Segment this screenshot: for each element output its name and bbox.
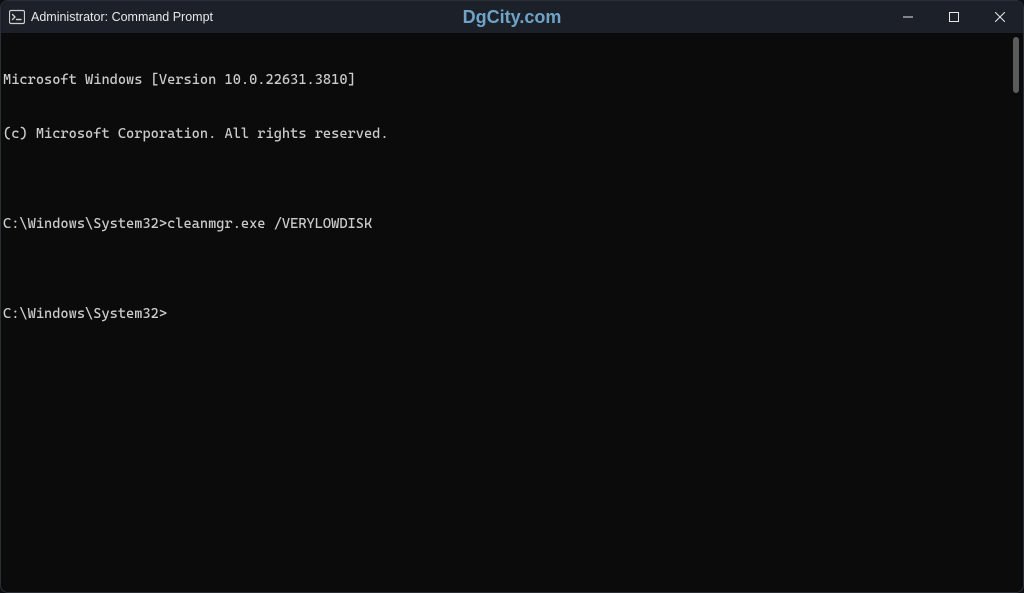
minimize-button[interactable] — [885, 1, 931, 33]
close-button[interactable] — [977, 1, 1023, 33]
terminal-line: (c) Microsoft Corporation. All rights re… — [3, 125, 1007, 143]
scroll-thumb[interactable] — [1013, 37, 1019, 93]
window-controls — [885, 1, 1023, 33]
command-prompt-window: Administrator: Command Prompt DgCity.com… — [0, 0, 1024, 593]
titlebar-left: Administrator: Command Prompt — [1, 9, 213, 25]
terminal-area: Microsoft Windows [Version 10.0.22631.38… — [1, 33, 1023, 592]
titlebar[interactable]: Administrator: Command Prompt DgCity.com — [1, 1, 1023, 33]
terminal-output[interactable]: Microsoft Windows [Version 10.0.22631.38… — [1, 33, 1009, 592]
window-title: Administrator: Command Prompt — [31, 10, 213, 24]
terminal-line: C:\Windows\System32>cleanmgr.exe /VERYLO… — [3, 215, 1007, 233]
terminal-prompt[interactable]: C:\Windows\System32> — [3, 305, 1007, 323]
terminal-line: Microsoft Windows [Version 10.0.22631.38… — [3, 71, 1007, 89]
watermark-text: DgCity.com — [463, 7, 562, 28]
maximize-button[interactable] — [931, 1, 977, 33]
scrollbar[interactable] — [1009, 33, 1023, 592]
command-prompt-icon — [9, 9, 25, 25]
